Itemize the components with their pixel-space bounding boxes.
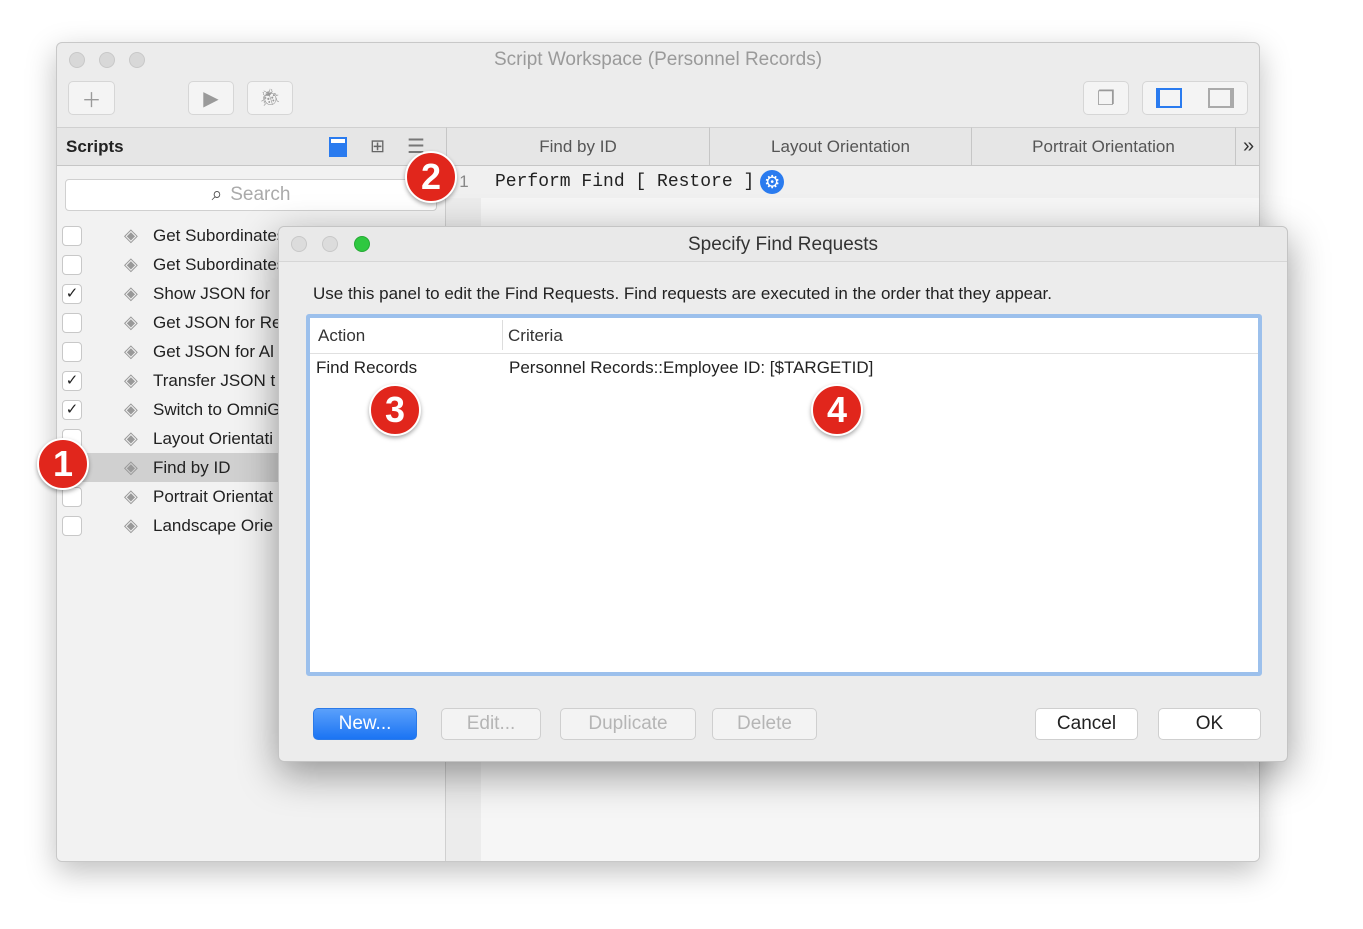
search-icon: ⌕ xyxy=(211,184,223,205)
annotation-badge-2: 2 xyxy=(405,151,457,203)
scripts-panel-header: Scripts ⊞ ☰ xyxy=(57,127,446,166)
script-icon: ◈ xyxy=(124,283,138,303)
include-checkbox[interactable] xyxy=(62,225,82,246)
edit-button[interactable]: Edit... xyxy=(441,708,541,740)
script-step-row[interactable]: 1 Perform Find [ Restore ] ⚙ xyxy=(447,166,1259,198)
plus-icon: ＋ xyxy=(81,89,102,112)
annotation-badge-3: 3 xyxy=(369,384,421,436)
script-name: Layout Orientati xyxy=(153,428,274,448)
script-name: Portrait Orientat xyxy=(153,486,273,506)
include-checkbox[interactable] xyxy=(62,254,82,275)
script-name: Get JSON for Re xyxy=(153,312,282,332)
ok-button[interactable]: OK xyxy=(1158,708,1261,740)
script-icon: ◈ xyxy=(124,225,138,245)
dialog-close-button[interactable] xyxy=(291,236,307,252)
script-step-text: Perform Find [ Restore ] xyxy=(495,172,755,192)
debug-script-button[interactable]: 🐞︎ xyxy=(247,81,293,115)
tab-find-by-id[interactable]: Find by ID xyxy=(446,127,709,166)
row-action: Find Records xyxy=(316,358,418,377)
cancel-button[interactable]: Cancel xyxy=(1035,708,1138,740)
script-name: Get JSON for Al xyxy=(153,341,274,361)
new-button[interactable]: New... xyxy=(313,708,417,740)
include-checkbox[interactable] xyxy=(62,515,82,536)
tab-portrait-orientation[interactable]: Portrait Orientation xyxy=(971,127,1235,166)
delete-button[interactable]: Delete xyxy=(712,708,817,740)
include-checkbox[interactable]: ✓ xyxy=(62,399,82,420)
annotation-badge-4: 4 xyxy=(811,384,863,436)
script-name: Switch to OmniG xyxy=(153,399,281,419)
script-list-icon[interactable] xyxy=(329,137,347,157)
script-name: Transfer JSON t xyxy=(153,370,276,390)
stacked-windows-icon: ❐ xyxy=(1097,87,1115,110)
include-checkbox[interactable] xyxy=(62,341,82,362)
find-requests-table[interactable]: Action Criteria Find Records Personnel R… xyxy=(306,314,1262,676)
script-name: Show JSON for xyxy=(153,283,271,303)
windows-button[interactable]: ❐ xyxy=(1083,81,1129,115)
annotation-badge-1: 1 xyxy=(37,438,89,490)
dialog-title: Specify Find Requests xyxy=(279,227,1287,262)
script-name: Get Subordinates xyxy=(153,254,286,274)
script-icon: ◈ xyxy=(124,457,138,477)
table-row[interactable]: Find Records Personnel Records::Employee… xyxy=(310,355,1258,385)
script-icon: ◈ xyxy=(124,370,138,390)
right-sidebar-icon[interactable] xyxy=(1208,88,1234,108)
dialog-instructions: Use this panel to edit the Find Requests… xyxy=(313,284,1053,303)
tab-label: Find by ID xyxy=(539,136,617,156)
script-icon: ◈ xyxy=(124,428,138,448)
include-checkbox[interactable]: ✓ xyxy=(62,370,82,391)
new-folder-icon[interactable]: ⊞ xyxy=(370,136,385,157)
script-name: Find by ID xyxy=(153,457,231,477)
pane-toggle-group xyxy=(1142,81,1248,115)
tab-layout-orientation[interactable]: Layout Orientation xyxy=(709,127,971,166)
script-icon: ◈ xyxy=(124,486,138,506)
dialog-zoom-button[interactable] xyxy=(354,236,370,252)
row-criteria: Personnel Records::Employee ID: [$TARGET… xyxy=(509,358,874,377)
bug-icon: 🐞︎ xyxy=(259,88,281,107)
run-script-button[interactable]: ▶ xyxy=(188,81,234,115)
script-icon: ◈ xyxy=(124,341,138,361)
play-icon: ▶ xyxy=(203,87,219,110)
script-icon: ◈ xyxy=(124,515,138,535)
include-checkbox[interactable] xyxy=(62,312,82,333)
script-icon: ◈ xyxy=(124,254,138,274)
search-input[interactable]: ⌕ Search xyxy=(65,179,437,211)
specify-find-requests-dialog: Specify Find Requests Use this panel to … xyxy=(278,226,1288,762)
table-header: Action Criteria xyxy=(310,318,1258,354)
scripts-panel-title: Scripts xyxy=(66,137,124,156)
window-title: Script Workspace (Personnel Records) xyxy=(493,49,823,70)
script-name: Get Subordinates xyxy=(153,225,286,245)
left-sidebar-icon[interactable] xyxy=(1156,88,1182,108)
tab-label: Layout Orientation xyxy=(771,136,910,156)
column-header-action[interactable]: Action xyxy=(318,326,365,346)
new-script-button[interactable]: ＋ xyxy=(68,81,115,115)
gear-icon[interactable]: ⚙ xyxy=(760,170,785,194)
include-checkbox[interactable]: ✓ xyxy=(62,283,82,304)
script-icon: ◈ xyxy=(124,312,138,332)
script-icon: ◈ xyxy=(124,399,138,419)
tab-label: Portrait Orientation xyxy=(1032,136,1175,156)
tabs-overflow-button[interactable]: » xyxy=(1235,127,1259,166)
search-placeholder: Search xyxy=(230,184,291,205)
script-name: Landscape Orie xyxy=(153,515,274,535)
column-header-criteria[interactable]: Criteria xyxy=(508,326,563,346)
dialog-minimize-button[interactable] xyxy=(322,236,338,252)
duplicate-button[interactable]: Duplicate xyxy=(560,708,696,740)
